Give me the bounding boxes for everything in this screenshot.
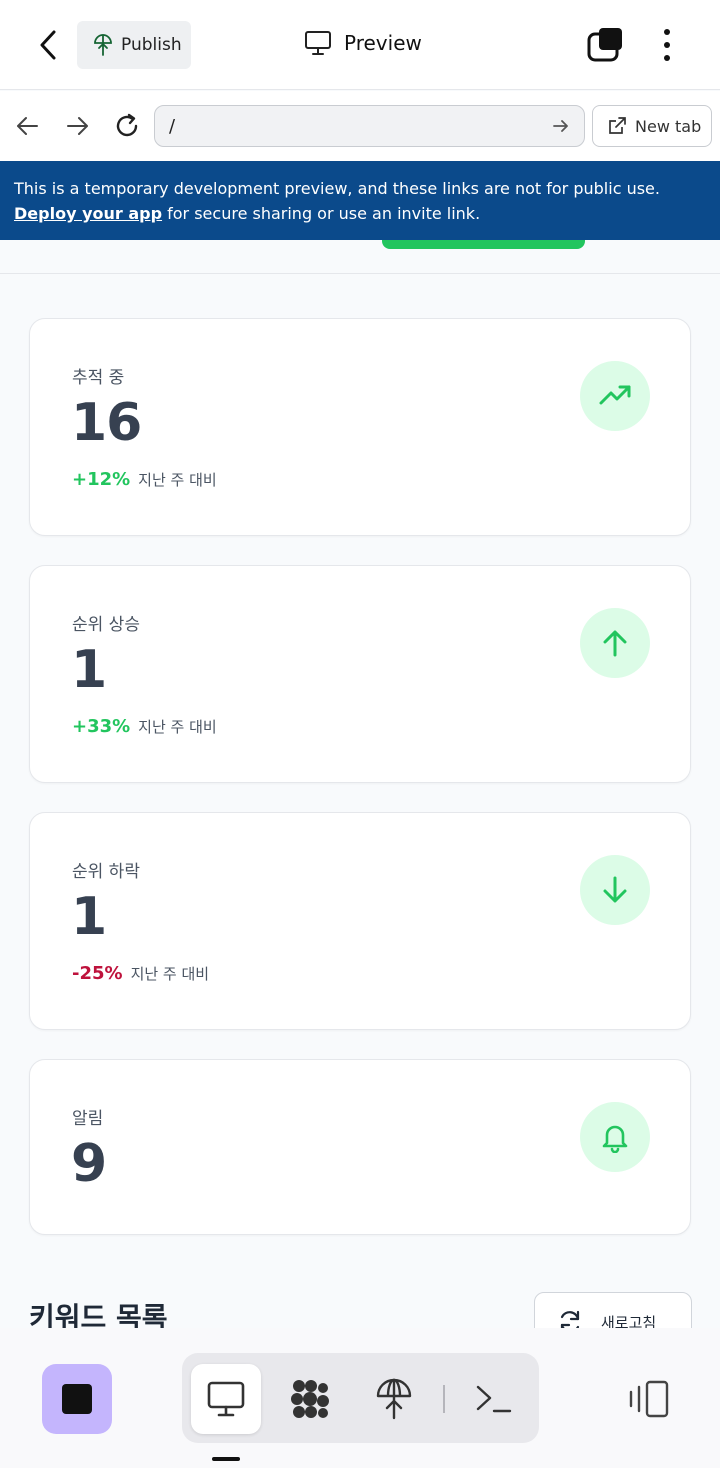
dock-separator	[443, 1385, 445, 1413]
stat-label: 순위 하락	[72, 862, 140, 882]
banner-suffix: for secure sharing or use an invite link…	[162, 204, 481, 223]
preview-title: Preview	[304, 30, 422, 56]
monitor-icon	[305, 31, 331, 55]
publish-label: Publish	[121, 35, 182, 55]
url-text: /	[169, 115, 176, 137]
stat-card-rank-up: 순위 상승 1 +33% 지난 주 대비	[29, 565, 691, 783]
shell-tool-button[interactable]	[459, 1364, 529, 1434]
more-dot-icon	[664, 29, 670, 35]
new-tab-button[interactable]: New tab	[592, 105, 712, 147]
stat-value: 9	[71, 1134, 107, 1194]
stat-change-percent: -25%	[72, 963, 123, 984]
browser-back-button[interactable]	[14, 112, 42, 140]
arrow-up-icon	[603, 630, 627, 657]
go-arrow-icon[interactable]	[552, 117, 570, 135]
back-button[interactable]	[34, 28, 64, 62]
close-icon	[674, 30, 694, 50]
stat-card-tracking: 추적 중 16 +12% 지난 주 대비	[29, 318, 691, 536]
banner-text: This is a temporary development preview,…	[14, 179, 660, 198]
active-tab-indicator	[212, 1457, 240, 1461]
external-link-icon	[609, 117, 626, 134]
terminal-icon	[476, 1385, 512, 1413]
stop-icon	[62, 1384, 92, 1414]
bell-icon	[602, 1125, 628, 1153]
chevron-left-icon	[40, 30, 56, 60]
layers-button[interactable]	[586, 27, 624, 63]
layers-icon	[587, 28, 622, 62]
publish-icon	[376, 1378, 412, 1420]
agent-icon	[291, 1380, 329, 1418]
preview-title-label: Preview	[344, 31, 422, 55]
stat-value: 1	[71, 640, 107, 700]
stop-button[interactable]	[42, 1364, 112, 1434]
new-tab-label: New tab	[635, 116, 702, 136]
stat-label: 추적 중	[72, 368, 125, 388]
banner-second-line: Deploy your app for secure sharing or us…	[14, 201, 706, 226]
deploy-app-link[interactable]: Deploy your app	[14, 204, 162, 223]
monitor-icon	[207, 1381, 245, 1417]
stat-change: +33% 지난 주 대비	[72, 716, 217, 737]
more-dot-icon	[664, 42, 670, 48]
browser-forward-button[interactable]	[63, 112, 91, 140]
stat-icon-badge	[580, 855, 650, 925]
stat-change-note: 지난 주 대비	[138, 718, 217, 736]
dev-preview-banner: This is a temporary development preview,…	[0, 161, 720, 240]
more-dot-icon	[664, 55, 670, 61]
stat-icon-badge	[580, 608, 650, 678]
deploy-tool-button[interactable]	[359, 1364, 429, 1434]
stat-label: 알림	[72, 1109, 104, 1129]
publish-icon	[94, 34, 112, 56]
header-action-button-partial[interactable]	[382, 240, 585, 249]
agent-tool-button[interactable]	[275, 1364, 345, 1434]
stat-icon-badge	[580, 361, 650, 431]
stat-change-note: 지난 주 대비	[138, 471, 217, 489]
panel-switch-button[interactable]	[614, 1364, 684, 1434]
arrow-down-icon	[603, 876, 627, 903]
stat-change: -25% 지난 주 대비	[72, 963, 209, 984]
stat-change-percent: +33%	[72, 716, 131, 737]
banner-close-button[interactable]	[672, 28, 696, 52]
reload-button[interactable]	[113, 112, 141, 140]
stat-card-alerts: 알림 9	[29, 1059, 691, 1235]
publish-button[interactable]: Publish	[77, 21, 191, 69]
trending-up-icon	[599, 385, 631, 405]
header-divider	[0, 273, 720, 274]
arrow-left-icon	[17, 117, 38, 135]
stat-change-percent: +12%	[72, 469, 131, 490]
reload-icon	[116, 113, 138, 137]
preview-tool-button[interactable]	[191, 1364, 261, 1434]
arrow-right-icon	[67, 117, 88, 135]
stat-label: 순위 상승	[72, 615, 140, 635]
stat-value: 16	[71, 393, 142, 453]
stat-icon-badge	[580, 1102, 650, 1172]
stat-change: +12% 지난 주 대비	[72, 469, 217, 490]
stat-value: 1	[71, 887, 107, 947]
stat-change-note: 지난 주 대비	[130, 965, 210, 983]
stat-card-rank-down: 순위 하락 1 -25% 지난 주 대비	[29, 812, 691, 1030]
panel-switch-icon	[629, 1380, 669, 1418]
url-input[interactable]: /	[154, 105, 585, 147]
